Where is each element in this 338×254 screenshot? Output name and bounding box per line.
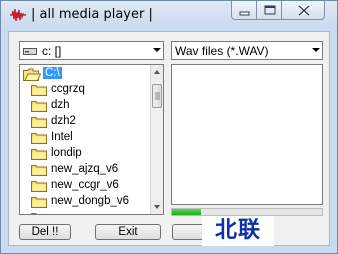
list-item-label: new_dongb_v6 (51, 195, 130, 207)
chevron-down-icon[interactable] (312, 48, 320, 52)
scroll-down-button[interactable] (151, 200, 163, 214)
list-item-label: londip (51, 147, 82, 159)
folder-icon (31, 101, 47, 112)
app-window: | all media player | c: [] Wav files (*.… (0, 0, 338, 254)
folder-icon (31, 181, 47, 192)
drive-icon (23, 48, 37, 55)
player-panel: c: [] Wav files (*.WAV) C:\ ccgrzq dzh d… (8, 31, 330, 246)
list-item-label: dzh2 (51, 115, 76, 127)
maximize-icon (264, 5, 276, 15)
list-item-label: new_ajzq_v6 (51, 163, 119, 175)
list-item-label: Intel (51, 131, 73, 143)
action-button[interactable] (172, 224, 202, 240)
list-item-label: new_ccgr_v6 (51, 179, 119, 191)
minimize-button[interactable] (231, 1, 257, 20)
title-bar[interactable]: | all media player | (1, 1, 337, 31)
scroll-up-button[interactable] (151, 65, 163, 79)
open-folder-icon (23, 68, 41, 81)
file-type-select[interactable]: Wav files (*.WAV) (171, 41, 323, 60)
drive-select[interactable]: c: [] (19, 41, 164, 60)
folder-icon (31, 165, 47, 176)
playback-progress-bar (171, 208, 323, 216)
window-title: | all media player | (31, 7, 153, 22)
drive-select-value: c: [] (42, 44, 62, 58)
directory-list[interactable]: C:\ ccgrzq dzh dzh2 Intel londip new_ajz… (19, 64, 164, 215)
chevron-up-icon (154, 70, 160, 74)
folder-icon (31, 197, 47, 208)
minimize-icon (239, 11, 250, 16)
close-icon (297, 4, 311, 17)
vertical-scrollbar[interactable] (150, 65, 163, 214)
file-list[interactable] (171, 64, 323, 205)
grip-icon (155, 92, 160, 100)
watermark-logo: 北联 (202, 216, 274, 246)
folder-icon (31, 149, 47, 160)
folder-icon (31, 117, 47, 128)
maximize-button[interactable] (256, 1, 282, 20)
audio-waveform-icon (10, 8, 26, 22)
folder-icon (31, 85, 47, 96)
file-type-select-value: Wav files (*.WAV) (175, 44, 269, 58)
scroll-thumb[interactable] (152, 84, 162, 108)
list-item-label: ccgrzq (51, 83, 85, 95)
folder-icon (31, 213, 37, 214)
list-item-label: C:\ (43, 67, 62, 79)
chevron-down-icon[interactable] (153, 48, 161, 52)
chevron-down-icon (154, 205, 160, 209)
close-button[interactable] (281, 1, 325, 20)
folder-icon (31, 133, 47, 144)
playback-progress-fill (172, 209, 201, 215)
delete-button[interactable]: Del !! (19, 224, 71, 240)
exit-button[interactable]: Exit (95, 224, 161, 240)
list-item-label: dzh (51, 99, 70, 111)
